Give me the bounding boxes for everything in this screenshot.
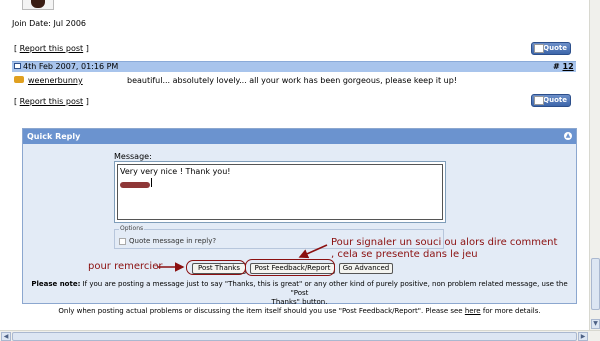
scroll-right-icon[interactable]: ▶: [578, 332, 588, 341]
vertical-scrollbar[interactable]: ▼: [589, 0, 600, 330]
arrow-to-feedback: [298, 244, 328, 259]
annotation-arrows: [157, 244, 328, 272]
forum-page: Join Date: Jul 2006 [ Report this post ]…: [0, 0, 589, 330]
horizontal-scrollbar[interactable]: ◀ ▶: [0, 330, 600, 341]
horizontal-scroll-thumb[interactable]: [12, 332, 577, 341]
scroll-down-icon[interactable]: ▼: [591, 319, 600, 329]
scroll-left-icon[interactable]: ◀: [1, 332, 11, 341]
vertical-scroll-thumb[interactable]: [591, 258, 600, 310]
